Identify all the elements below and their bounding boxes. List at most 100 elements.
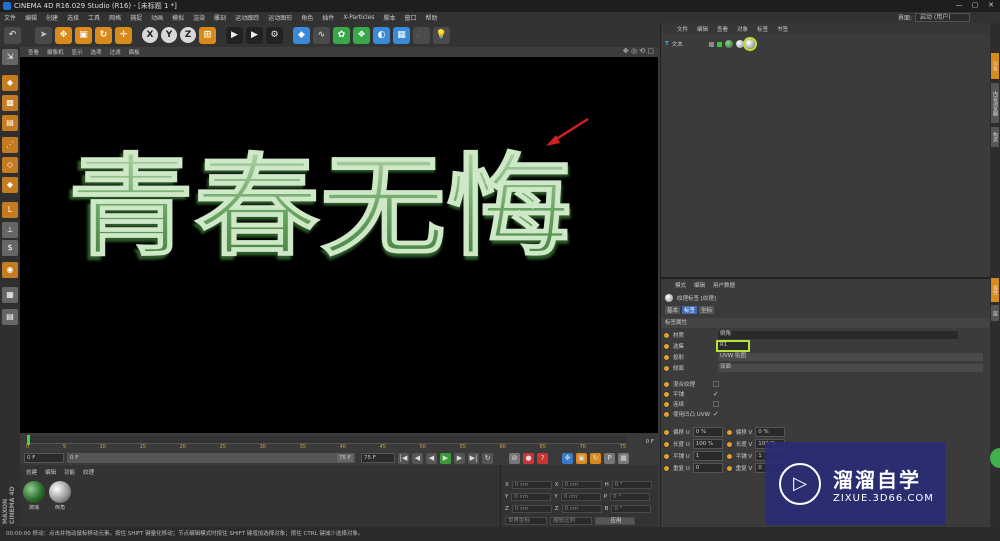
select-arrow-icon[interactable]: ➤ — [35, 26, 52, 44]
tab-basic[interactable]: 基本 — [665, 306, 681, 314]
selection-row[interactable]: 选集 R1 — [663, 340, 988, 352]
keyframe-dot-icon[interactable] — [663, 428, 670, 436]
key-rotation-icon[interactable]: ↻ — [590, 452, 601, 464]
y-axis-button[interactable]: Y — [161, 27, 177, 43]
menu-window[interactable]: 窗口 — [405, 13, 417, 22]
menu-help[interactable]: 帮助 — [426, 13, 438, 22]
keyframe-dot-icon[interactable] — [663, 440, 670, 448]
nurbs-icon[interactable]: ✿ — [333, 26, 350, 44]
coordinate-mode-select[interactable]: 世界坐标 — [505, 517, 547, 525]
menu-motion-tracking[interactable]: 运动跟踪 — [235, 13, 259, 22]
position-z-field[interactable]: 0 cm — [511, 505, 552, 513]
offset-u-field[interactable]: 0 % — [692, 427, 723, 437]
loop-button[interactable]: ↻ — [482, 452, 493, 464]
soft-selection-icon[interactable]: ◉ — [2, 262, 18, 278]
projection-row[interactable]: 投射 UVW 贴图 — [663, 352, 988, 362]
viewport-navigation-icons[interactable]: ✥ ◎ ⟲ ▢ — [623, 47, 654, 55]
minimize-button[interactable]: — — [954, 1, 964, 10]
menu-file[interactable]: 文件 — [4, 13, 16, 22]
scale-icon[interactable]: ▣ — [75, 26, 92, 44]
previous-frame-button[interactable]: ◀ — [426, 452, 437, 464]
render-picture-viewer-icon[interactable]: ▶ — [246, 26, 263, 44]
size-x-field[interactable]: 0 cm — [561, 481, 602, 489]
maximize-button[interactable]: ▢ — [970, 1, 980, 10]
viewport-menu-display[interactable]: 显示 — [72, 48, 83, 56]
visibility-icon[interactable] — [708, 41, 714, 47]
menu-sculpt[interactable]: 雕刻 — [214, 13, 226, 22]
render-view-icon[interactable]: ▶ — [226, 26, 243, 44]
spline-icon[interactable]: ∿ — [313, 26, 330, 44]
rotate-icon[interactable]: ↻ — [95, 26, 112, 44]
previous-key-button[interactable]: ◀ — [412, 452, 423, 464]
scene-icon[interactable]: ▦ — [393, 26, 410, 44]
object-menu-bookmarks[interactable]: 书签 — [777, 25, 788, 33]
side-tab-structure[interactable]: 构造 — [991, 127, 999, 147]
keyframe-dot-icon[interactable] — [663, 331, 670, 339]
3d-viewport[interactable]: 青春无悔 青春无悔 — [20, 57, 658, 433]
keyframe-dot-icon[interactable] — [663, 353, 670, 361]
tweak-mode-icon[interactable]: ⟂ — [2, 222, 18, 238]
attr-menu-edit[interactable]: 编辑 — [694, 281, 705, 289]
light-icon[interactable]: 💡 — [433, 26, 450, 44]
keyframe-dot-icon[interactable] — [663, 400, 670, 408]
object-menu-tags[interactable]: 标签 — [757, 25, 768, 33]
menu-plugins[interactable]: 插件 — [322, 13, 334, 22]
model-mode-icon[interactable]: ◆ — [2, 75, 18, 91]
viewport-menu-panel[interactable]: 面板 — [129, 48, 140, 56]
deformer-icon[interactable]: ◐ — [373, 26, 390, 44]
preview-range-slider[interactable]: 0 F — [67, 453, 355, 463]
menu-select[interactable]: 选择 — [67, 13, 79, 22]
keyframe-dot-icon[interactable] — [725, 428, 733, 436]
current-frame-field[interactable]: 0 F — [24, 453, 64, 463]
key-scale-icon[interactable]: ▣ — [576, 452, 587, 464]
max-frame-field[interactable]: 75 F — [361, 453, 395, 463]
selection-field[interactable]: R1 — [716, 340, 750, 352]
floating-assistant-icon[interactable] — [990, 448, 1000, 468]
object-menu-file[interactable]: 文件 — [677, 25, 688, 33]
edges-mode-icon[interactable]: ◇ — [2, 157, 18, 173]
points-mode-icon[interactable]: ⋰ — [2, 137, 18, 153]
menu-simulate[interactable]: 模拟 — [172, 13, 184, 22]
tile-row[interactable]: 平铺 ✓ — [663, 389, 988, 399]
z-axis-button[interactable]: Z — [180, 27, 196, 43]
key-position-icon[interactable]: ✥ — [562, 452, 573, 464]
keyframe-dot-icon[interactable] — [663, 364, 670, 372]
menu-edit[interactable]: 编辑 — [25, 13, 37, 22]
keyframe-dot-icon[interactable] — [725, 464, 733, 472]
x-axis-button[interactable]: X — [142, 27, 158, 43]
repeat-u-field[interactable]: 0 — [692, 463, 723, 473]
recent-tool-icon[interactable]: ✛ — [115, 26, 132, 44]
axis-mode-icon[interactable]: L — [2, 202, 18, 218]
menu-mesh[interactable]: 网格 — [109, 13, 121, 22]
keyframe-dot-icon[interactable] — [663, 410, 670, 418]
material-tag-icon[interactable] — [724, 40, 733, 48]
go-to-end-button[interactable]: ▶| — [468, 452, 479, 464]
rotation-b-field[interactable]: 0 ° — [611, 505, 652, 513]
motion-record-icon[interactable]: ⊘ — [509, 452, 520, 464]
timeline-ruler[interactable]: 0 5 10 15 20 25 30 35 40 45 50 55 60 65 … — [20, 433, 658, 451]
cube-icon[interactable]: ◆ — [293, 26, 310, 44]
material-tag-icon[interactable] — [735, 40, 744, 48]
material-menu-function[interactable]: 功能 — [64, 468, 75, 476]
keyframe-dot-icon[interactable] — [663, 464, 670, 472]
key-pla-icon[interactable]: ▦ — [618, 452, 629, 464]
material-link-field[interactable]: 倒角 — [718, 331, 958, 339]
material-swatch[interactable]: 玻璃 — [22, 480, 46, 514]
mix-textures-row[interactable]: 混合纹理 — [663, 379, 988, 389]
tiles-u-field[interactable]: 1 — [692, 451, 723, 461]
object-menu-edit[interactable]: 编辑 — [697, 25, 708, 33]
menu-animate[interactable]: 动画 — [151, 13, 163, 22]
mix-textures-checkbox[interactable] — [713, 381, 719, 387]
size-y-field[interactable]: 0 cm — [560, 493, 601, 501]
menu-render[interactable]: 渲染 — [193, 13, 205, 22]
side-select[interactable]: 双面 — [718, 364, 983, 372]
material-row[interactable]: 材质 倒角 — [663, 330, 988, 340]
menu-character[interactable]: 角色 — [301, 13, 313, 22]
side-tab-layers[interactable]: 层 — [991, 305, 999, 321]
position-y-field[interactable]: 0 cm — [511, 493, 552, 501]
size-mode-select[interactable]: 缩放比例 — [550, 517, 592, 525]
camera-icon[interactable]: 🎥 — [413, 26, 430, 44]
play-button[interactable]: ▶ — [440, 452, 451, 464]
menu-snap[interactable]: 捕捉 — [130, 13, 142, 22]
keyframe-dot-icon[interactable] — [663, 452, 670, 460]
